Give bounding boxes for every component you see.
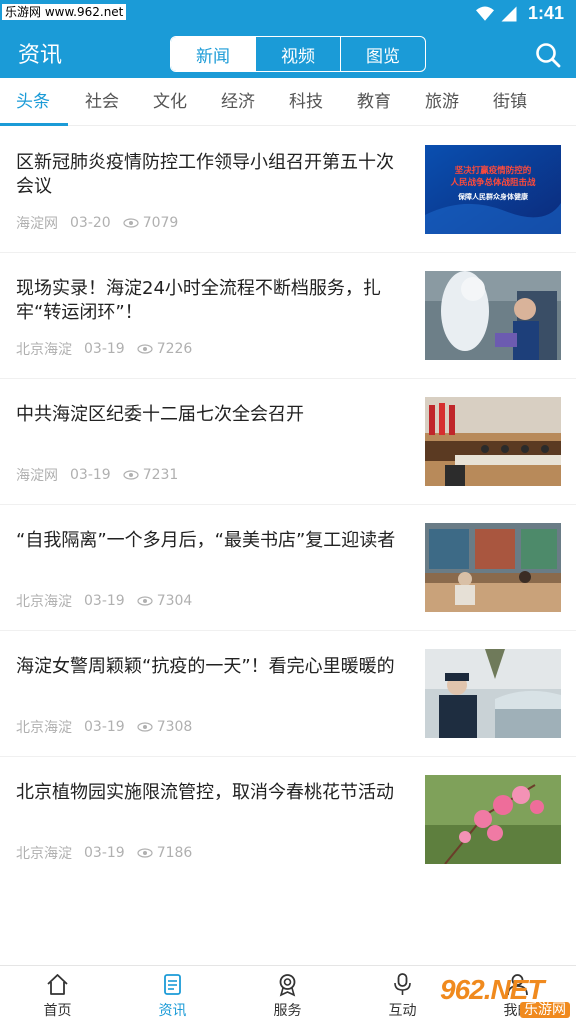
tab-service-label: 服务 [273, 1003, 302, 1019]
category-headline[interactable]: 头条 [16, 90, 50, 114]
article-thumbnail [425, 271, 561, 360]
search-icon[interactable] [534, 41, 562, 69]
tab-service[interactable]: 服务 [230, 966, 345, 1024]
thumbnail-meeting-room-photo [425, 397, 561, 486]
article-date: 03-19 [70, 467, 111, 483]
category-education[interactable]: 教育 [357, 90, 391, 114]
status-bar: 乐游网 www.962.net 1:41 [0, 0, 576, 30]
article-title: 现场实录！海淀24小时全流程不断档服务，扎牢“转运闭环”！ [16, 278, 381, 323]
article-views: 7186 [156, 845, 193, 861]
article-source: 海淀网 [16, 216, 58, 232]
article-views: 7226 [156, 341, 193, 357]
wifi-icon [475, 6, 494, 21]
article-title: 北京植物园实施限流管控，取消今春桃花节活动 [16, 782, 394, 803]
article-date: 03-19 [84, 845, 125, 861]
thumbnail-police-officer-photo [425, 649, 561, 738]
article-thumbnail: 坚决打赢疫情防控的 人民战争总体战阻击战 保障人民群众身体健康 [425, 145, 561, 234]
watermark-bottom-right: 962.NET 乐游网 [440, 974, 570, 1020]
article-title: “自我隔离”一个多月后，“最美书店”复工迎读者 [16, 530, 396, 551]
tab-home[interactable]: 首页 [0, 966, 115, 1024]
article-views: 7231 [142, 467, 179, 483]
views-icon [123, 470, 139, 480]
content-type-switch: 新闻 视频 图览 [170, 36, 426, 72]
home-icon [47, 974, 68, 995]
tab-news-label: 资讯 [158, 1003, 187, 1019]
status-right: 1:41 [470, 3, 564, 24]
article-source: 北京海淀 [16, 342, 72, 358]
battery-icon [501, 6, 517, 21]
tab-news[interactable]: 资讯 [115, 966, 230, 1024]
article-meta: 海淀网 03-19 7231 [16, 465, 178, 485]
list-item[interactable]: 区新冠肺炎疫情防控工作领导小组召开第五十次会议 海淀网 03-20 7079 坚… [0, 127, 576, 253]
article-meta: 北京海淀 03-19 7304 [16, 591, 192, 611]
views-icon [137, 848, 153, 858]
list-item[interactable]: 现场实录！海淀24小时全流程不断档服务，扎牢“转运闭环”！ 北京海淀 03-19… [0, 253, 576, 379]
article-date: 03-19 [84, 719, 125, 735]
article-meta: 海淀网 03-20 7079 [16, 213, 178, 233]
article-thumbnail [425, 649, 561, 738]
service-icon [279, 974, 296, 997]
article-meta: 北京海淀 03-19 7308 [16, 717, 192, 737]
article-date: 03-20 [70, 215, 111, 231]
article-source: 北京海淀 [16, 594, 72, 610]
article-meta: 北京海淀 03-19 7186 [16, 843, 192, 863]
category-society[interactable]: 社会 [85, 90, 119, 114]
list-item[interactable]: “自我隔离”一个多月后，“最美书店”复工迎读者 北京海淀 03-19 7304 [0, 505, 576, 631]
article-source: 海淀网 [16, 468, 58, 484]
app-header: 乐游网 www.962.net 1:41 资讯 新闻 视频 图览 [0, 0, 576, 78]
category-culture[interactable]: 文化 [153, 90, 187, 114]
views-icon [137, 344, 153, 354]
page-title: 资讯 [18, 43, 63, 68]
article-views: 7308 [156, 719, 193, 735]
thumbnail-peach-blossom-photo [425, 775, 561, 864]
article-thumbnail [425, 523, 561, 612]
article-title: 区新冠肺炎疫情防控工作领导小组召开第五十次会议 [16, 152, 394, 197]
watermark-top-left: 乐游网 www.962.net [2, 4, 127, 20]
article-thumbnail [425, 775, 561, 864]
microphone-icon [394, 973, 411, 995]
banner-line-2: 人民战争总体战阻击战 [450, 177, 536, 188]
article-thumbnail [425, 397, 561, 486]
status-time: 1:41 [527, 3, 564, 23]
banner-line-1: 坚决打赢疫情防控的 [455, 165, 532, 176]
views-icon [137, 596, 153, 606]
article-title: 中共海淀区纪委十二届七次全会召开 [16, 404, 304, 425]
segment-gallery[interactable]: 图览 [340, 37, 425, 71]
segment-video[interactable]: 视频 [255, 37, 340, 71]
banner-line-3: 保障人民群众身体健康 [457, 192, 529, 201]
category-tech[interactable]: 科技 [289, 90, 323, 114]
category-economy[interactable]: 经济 [221, 90, 255, 114]
thumbnail-bookstore-photo [425, 523, 561, 612]
watermark-logo-subtext: 乐游网 [520, 1002, 570, 1018]
list-item[interactable]: 北京植物园实施限流管控，取消今春桃花节活动 北京海淀 03-19 7186 [0, 757, 576, 883]
category-tabs: 头条 社会 文化 经济 科技 教育 旅游 街镇 [0, 78, 576, 126]
active-category-indicator [0, 123, 68, 126]
views-icon [137, 722, 153, 732]
article-source: 北京海淀 [16, 846, 72, 862]
news-list: 区新冠肺炎疫情防控工作领导小组召开第五十次会议 海淀网 03-20 7079 坚… [0, 127, 576, 883]
article-source: 北京海淀 [16, 720, 72, 736]
category-travel[interactable]: 旅游 [425, 90, 459, 114]
tab-home-label: 首页 [43, 1003, 72, 1019]
thumbnail-banner-image: 坚决打赢疫情防控的 人民战争总体战阻击战 保障人民群众身体健康 [425, 145, 561, 234]
views-icon [123, 218, 139, 228]
article-title: 海淀女警周颖颖“抗疫的一天”！看完心里暖暖的 [16, 656, 395, 677]
article-date: 03-19 [84, 593, 125, 609]
article-views: 7079 [142, 215, 179, 231]
thumbnail-medical-staff-photo [425, 271, 561, 360]
news-icon [164, 974, 181, 995]
segment-news[interactable]: 新闻 [171, 37, 255, 71]
list-item[interactable]: 中共海淀区纪委十二届七次全会召开 海淀网 03-19 7231 [0, 379, 576, 505]
category-town[interactable]: 街镇 [493, 90, 527, 114]
article-views: 7304 [156, 593, 193, 609]
article-date: 03-19 [84, 341, 125, 357]
list-item[interactable]: 海淀女警周颖颖“抗疫的一天”！看完心里暖暖的 北京海淀 03-19 7308 [0, 631, 576, 757]
article-meta: 北京海淀 03-19 7226 [16, 339, 192, 359]
